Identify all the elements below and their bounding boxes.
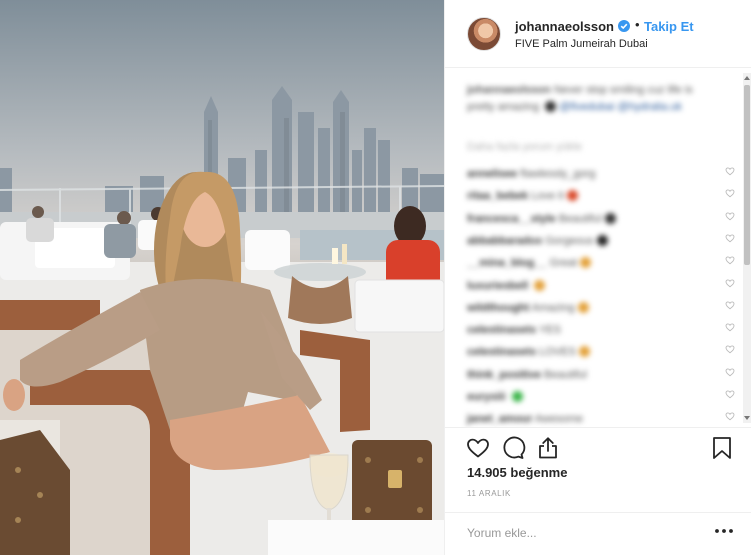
comment-body: flawlessly_gorg [520, 168, 596, 180]
comment-username[interactable]: annelisee [467, 168, 517, 180]
comment-row: eurysiii [467, 387, 735, 405]
comment-heart-icon[interactable] [725, 166, 735, 176]
comment-row: wildthought Amazing [467, 298, 735, 316]
comment-text: eurysiii [467, 391, 523, 403]
comment-text: ritaa_bebek Love it [467, 190, 578, 202]
comment-body: Amazing [531, 301, 575, 314]
location-link[interactable]: FIVE Palm Jumeirah Dubai [515, 38, 648, 50]
comment-heart-icon[interactable] [725, 300, 735, 310]
instagram-post: johannaeolsson • Takip Et FIVE Palm Jume… [0, 0, 751, 555]
photo-illustration [0, 86, 444, 555]
comment-text: abbabbaradox Gorgeous [467, 234, 608, 247]
comment-row: __mina_blog__ Great [467, 253, 735, 271]
like-count[interactable]: 14.905 beğenme [467, 465, 567, 480]
more-options-icon[interactable] [713, 521, 735, 541]
post-header: johannaeolsson • Takip Et FIVE Palm Jume… [445, 0, 751, 68]
comment-row: think_positive Beautiful [467, 365, 735, 383]
comment-emoji-icon [566, 190, 578, 202]
add-comment-bar [445, 512, 751, 555]
caption-mention-2[interactable]: @hydralia.uk [618, 101, 682, 113]
comment-emoji-icon [604, 212, 616, 224]
comment-heart-icon[interactable] [725, 211, 735, 221]
comment-body: YES [538, 324, 561, 337]
heart-icon[interactable] [465, 435, 491, 461]
comment-emoji-icon [578, 346, 590, 358]
comment-text: celestinasets LOVES [467, 346, 590, 358]
speech-bubble-icon[interactable] [500, 435, 526, 461]
post-actions: 14.905 beğenme 11 ARALIK [445, 427, 751, 512]
comments-scrollbar[interactable] [743, 73, 751, 423]
scroll-up-arrow-icon[interactable] [744, 76, 750, 80]
comment-heart-icon[interactable] [725, 278, 735, 288]
comment-body: Awesome [534, 413, 583, 426]
comment-row: celestinasets LOVES [467, 342, 735, 360]
caption-mention-1[interactable]: @fivedubai [559, 101, 614, 113]
comment-heart-icon[interactable] [725, 322, 735, 332]
comment-body: Love it [531, 190, 564, 203]
caption-emoji-icon [545, 101, 557, 112]
post-side-panel: johannaeolsson • Takip Et FIVE Palm Jume… [444, 0, 751, 555]
comment-username[interactable]: __mina_blog__ [467, 257, 546, 269]
comment-username[interactable]: wildthought [467, 302, 529, 314]
comment-row: janet_amour Awesome [467, 409, 735, 427]
comment-username[interactable]: celestinasets [467, 324, 536, 336]
comment-heart-icon[interactable] [725, 389, 735, 399]
bookmark-icon[interactable] [709, 435, 735, 461]
comment-body: Great [549, 257, 578, 270]
username-link[interactable]: johannaeolsson [515, 19, 614, 34]
avatar[interactable] [467, 17, 501, 51]
comment-heart-icon[interactable] [725, 233, 735, 243]
comment-username[interactable]: eurysiii [467, 391, 506, 403]
post-photo[interactable] [0, 0, 444, 555]
verified-badge-icon [618, 20, 630, 32]
comment-text: janet_amour Awesome [467, 413, 583, 425]
comment-row: francesca__style Beautiful [467, 209, 735, 227]
comment-body: Gorgeous [545, 234, 594, 247]
comment-row: annelisee flawlessly_gorg [467, 164, 735, 182]
comment-username[interactable]: ritaa_bebek [467, 190, 528, 202]
comment-body: LOVES [539, 346, 576, 359]
header-separator: • [635, 17, 640, 32]
comment-heart-icon[interactable] [725, 411, 735, 421]
comment-emoji-icon [596, 234, 608, 246]
comment-input[interactable] [467, 523, 697, 543]
scroll-down-arrow-icon[interactable] [744, 416, 750, 420]
comment-text: annelisee flawlessly_gorg [467, 168, 595, 180]
comments-list: johannaeolsson Never stop smiling cuz li… [445, 69, 751, 427]
comment-text: luxuriesbell [467, 279, 546, 292]
comment-emoji-icon [534, 279, 546, 291]
comment-row: ritaa_bebek Love it [467, 186, 735, 204]
comment-heart-icon[interactable] [725, 188, 735, 198]
comment-emoji-icon [511, 391, 523, 402]
share-icon[interactable] [535, 435, 561, 461]
comment-row: luxuriesbell [467, 276, 735, 294]
comment-text: wildthought Amazing [467, 301, 589, 314]
comment-body: Beautiful [558, 212, 602, 225]
comment-heart-icon[interactable] [725, 255, 735, 265]
comment-text: francesca__style Beautiful [467, 212, 616, 225]
comment-emoji-icon [580, 257, 592, 269]
comment-heart-icon[interactable] [725, 344, 735, 354]
comment-username[interactable]: abbabbaradox [467, 235, 542, 247]
comment-text: think_positive Beautiful [467, 369, 587, 381]
scrollbar-thumb[interactable] [744, 85, 750, 265]
post-date[interactable]: 11 ARALIK [467, 489, 511, 498]
comment-username[interactable]: janet_amour [467, 413, 532, 425]
load-more-comments-link[interactable]: Daha fazla yorum yükle [467, 141, 582, 153]
follow-button[interactable]: Takip Et [644, 19, 694, 34]
comment-text: __mina_blog__ Great [467, 257, 592, 270]
comment-emoji-icon [577, 301, 589, 313]
comment-username[interactable]: celestinasets [467, 346, 536, 358]
comment-body: Beautiful [544, 368, 587, 381]
comment-row: abbabbaradox Gorgeous [467, 231, 735, 249]
comment-row: celestinasets YES [467, 320, 735, 338]
comment-username[interactable]: think_positive [467, 369, 541, 381]
comment-text: celestinasets YES [467, 324, 561, 336]
post-caption: johannaeolsson Never stop smiling cuz li… [467, 82, 707, 116]
comment-heart-icon[interactable] [725, 367, 735, 377]
comment-username[interactable]: francesca__style [467, 213, 556, 225]
caption-author[interactable]: johannaeolsson [467, 84, 551, 96]
comment-username[interactable]: luxuriesbell [467, 280, 528, 292]
